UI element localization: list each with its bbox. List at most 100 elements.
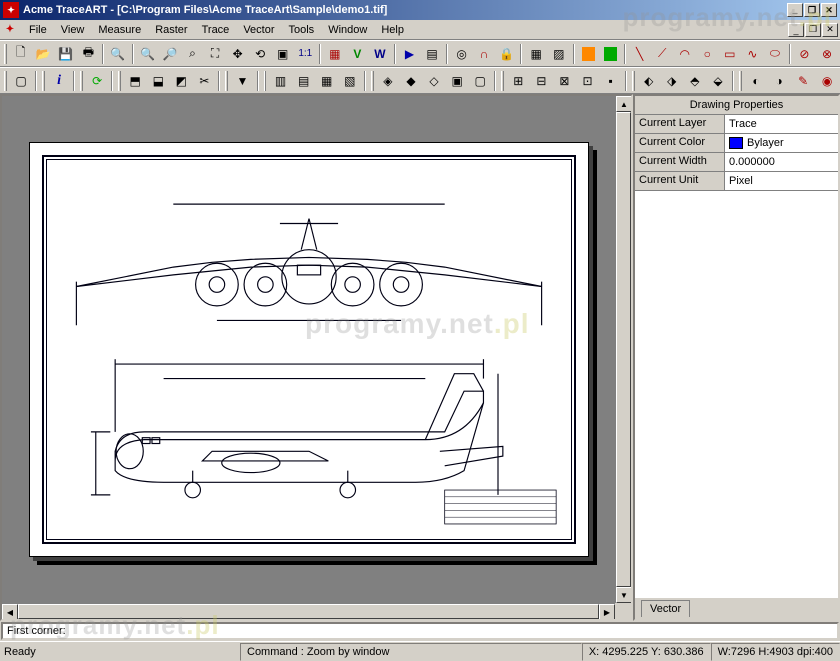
redo-icon[interactable]: ⊗ — [816, 43, 838, 65]
menu-tools[interactable]: Tools — [282, 22, 322, 38]
command-line[interactable]: First corner: — [1, 622, 839, 640]
vertical-scrollbar[interactable]: ▲ ▼ — [615, 96, 631, 603]
tool-c3-icon[interactable]: ◇ — [423, 70, 445, 92]
circle-icon[interactable]: ○ — [697, 43, 719, 65]
toolbar-grip[interactable] — [80, 71, 83, 91]
menu-trace[interactable]: Trace — [195, 22, 237, 38]
prop-row-unit[interactable]: Current Unit Pixel — [635, 172, 838, 191]
tool-f1-icon[interactable]: ◐ — [745, 70, 767, 92]
toolbar-grip[interactable] — [632, 71, 635, 91]
grid-icon[interactable]: ▦ — [324, 43, 346, 65]
toolbar-grip[interactable] — [118, 71, 121, 91]
rect-icon[interactable]: ▭ — [719, 43, 741, 65]
arc-icon[interactable]: ◠ — [674, 43, 696, 65]
menu-raster[interactable]: Raster — [148, 22, 194, 38]
tab-vector[interactable]: Vector — [641, 600, 690, 617]
tool-b4-icon[interactable]: ▧ — [339, 70, 361, 92]
tool-a3-icon[interactable]: ◩ — [170, 70, 192, 92]
tool-e3-icon[interactable]: ⬘ — [684, 70, 706, 92]
target-icon[interactable]: ◎ — [451, 43, 473, 65]
tool-c1-icon[interactable]: ◈ — [377, 70, 399, 92]
tool-e4-icon[interactable]: ⬙ — [707, 70, 729, 92]
blank-icon[interactable]: ▢ — [10, 70, 32, 92]
color1-icon[interactable] — [582, 47, 595, 61]
polyline-icon[interactable]: ⟋ — [651, 43, 673, 65]
doc-restore-button[interactable]: ❐ — [805, 23, 821, 37]
zoom-extents-icon[interactable]: ⛶ — [204, 43, 226, 65]
refresh-icon[interactable]: ⟳ — [86, 70, 108, 92]
tool-b1-icon[interactable]: ▥ — [269, 70, 291, 92]
crop-icon[interactable]: ✂ — [193, 70, 215, 92]
tool-d1-icon[interactable]: ⊞ — [507, 70, 529, 92]
app-menu-icon[interactable]: ✦ — [2, 22, 18, 38]
edit-icon[interactable]: ✎ — [792, 70, 814, 92]
prop-row-width[interactable]: Current Width 0.000000 — [635, 153, 838, 172]
spline-icon[interactable]: ∿ — [742, 43, 764, 65]
wireframe-icon[interactable]: W — [369, 43, 391, 65]
tool-e2-icon[interactable]: ⬗ — [661, 70, 683, 92]
pan-icon[interactable]: ✥ — [227, 43, 249, 65]
toolbar-grip[interactable] — [42, 71, 45, 91]
toolbar-grip[interactable] — [4, 44, 7, 64]
tool-d5-icon[interactable]: ▪ — [600, 70, 622, 92]
zoom-out-icon[interactable]: 🔎 — [159, 43, 181, 65]
scroll-down-icon[interactable]: ▼ — [616, 587, 632, 603]
play-icon[interactable]: ▶ — [399, 43, 421, 65]
tool-c2-icon[interactable]: ◆ — [400, 70, 422, 92]
raster-b-icon[interactable]: ▨ — [548, 43, 570, 65]
scroll-left-icon[interactable]: ◀ — [2, 604, 18, 620]
tool-c5-icon[interactable]: ▢ — [469, 70, 491, 92]
print-icon[interactable]: 🖶 — [78, 43, 100, 65]
menu-measure[interactable]: Measure — [91, 22, 148, 38]
save-icon[interactable]: 💾 — [55, 43, 77, 65]
doc-minimize-button[interactable]: _ — [788, 23, 804, 37]
tool-a1-icon[interactable]: ⬒ — [124, 70, 146, 92]
zoom-prev-icon[interactable]: ⟲ — [249, 43, 271, 65]
doc-close-button[interactable]: ✕ — [822, 23, 838, 37]
zoom-fit-icon[interactable]: ▣ — [272, 43, 294, 65]
zoom-window-icon[interactable]: ⌕ — [182, 43, 204, 65]
tool-c4-icon[interactable]: ▣ — [446, 70, 468, 92]
lock-icon[interactable]: 🔒 — [496, 43, 518, 65]
menu-vector[interactable]: Vector — [236, 22, 281, 38]
scroll-up-icon[interactable]: ▲ — [616, 96, 632, 112]
menu-file[interactable]: File — [22, 22, 54, 38]
close-button[interactable]: ✕ — [821, 3, 837, 17]
tool-d4-icon[interactable]: ⊡ — [577, 70, 599, 92]
maximize-button[interactable]: ❐ — [804, 3, 820, 17]
tool-d2-icon[interactable]: ⊟ — [530, 70, 552, 92]
raster-a-icon[interactable]: ▦ — [525, 43, 547, 65]
scroll-right-icon[interactable]: ▶ — [599, 604, 615, 620]
minimize-button[interactable]: _ — [787, 3, 803, 17]
horizontal-scrollbar[interactable]: ◀ ▶ — [2, 603, 615, 619]
filter-icon[interactable]: ▼ — [231, 70, 253, 92]
vector-mode-icon[interactable]: V — [347, 43, 369, 65]
zoom-actual-icon[interactable]: 1:1 — [295, 43, 317, 65]
toolbar-grip[interactable] — [371, 71, 374, 91]
find-icon[interactable]: 🔍 — [107, 43, 129, 65]
toolbar-grip[interactable] — [4, 71, 7, 91]
zoom-in-icon[interactable]: 🔍 — [137, 43, 159, 65]
toolbar-grip[interactable] — [225, 71, 228, 91]
toolbar-grip[interactable] — [264, 71, 267, 91]
tool-e1-icon[interactable]: ⬖ — [638, 70, 660, 92]
open-icon[interactable]: 📂 — [32, 43, 54, 65]
prop-row-color[interactable]: Current Color Bylayer — [635, 134, 838, 153]
ellipse-icon[interactable]: ⬭ — [764, 43, 786, 65]
line-icon[interactable]: ╲ — [629, 43, 651, 65]
tool-d3-icon[interactable]: ⊠ — [553, 70, 575, 92]
tool-a2-icon[interactable]: ⬓ — [147, 70, 169, 92]
menu-help[interactable]: Help — [374, 22, 411, 38]
color2-icon[interactable] — [604, 47, 617, 61]
tool-b3-icon[interactable]: ▦ — [316, 70, 338, 92]
layers-icon[interactable]: ▤ — [421, 43, 443, 65]
adjust-icon[interactable]: ◉ — [816, 70, 838, 92]
snap-icon[interactable]: ∩ — [473, 43, 495, 65]
prop-row-layer[interactable]: Current Layer Trace — [635, 115, 838, 134]
tool-b2-icon[interactable]: ▤ — [293, 70, 315, 92]
menu-window[interactable]: Window — [321, 22, 374, 38]
menu-view[interactable]: View — [54, 22, 92, 38]
info-icon[interactable]: i — [48, 70, 70, 92]
tool-f2-icon[interactable]: ◑ — [768, 70, 790, 92]
toolbar-grip[interactable] — [501, 71, 504, 91]
